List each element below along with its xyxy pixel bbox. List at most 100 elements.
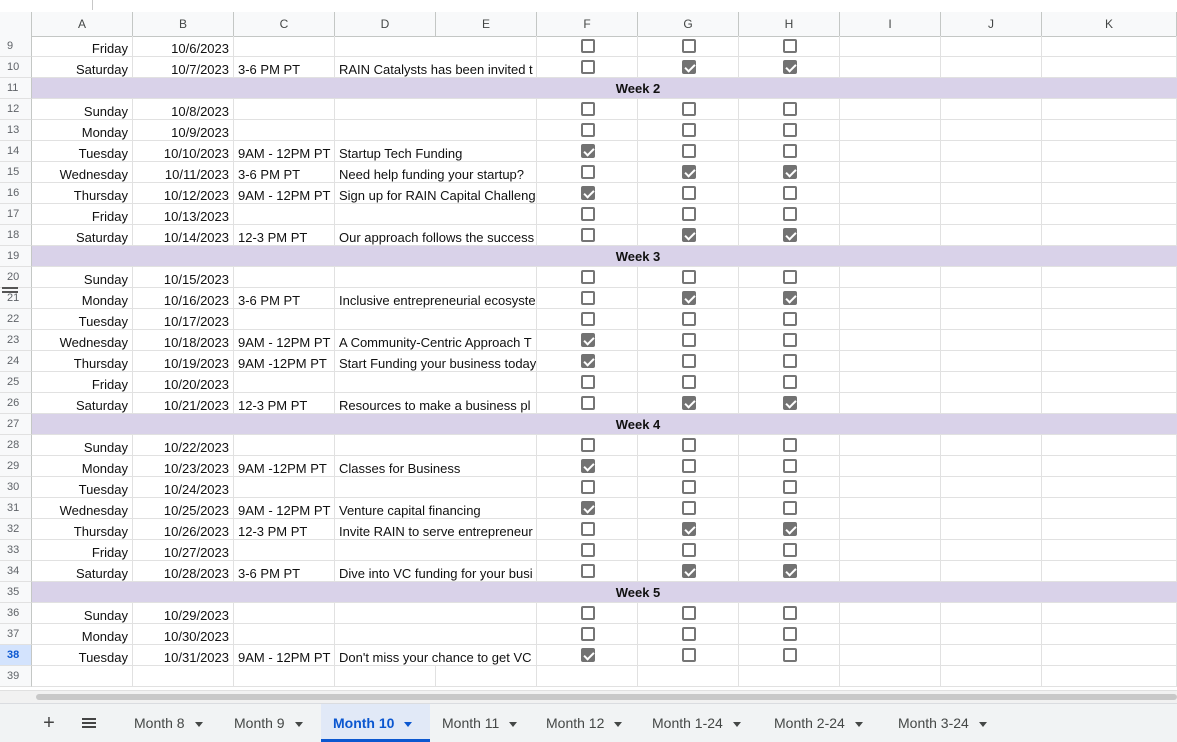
sheet-tab[interactable]: Month 3-24 [886,704,1010,742]
cell-day[interactable]: Sunday [32,435,133,456]
cell-j[interactable] [941,330,1042,351]
cell-checkbox-g[interactable] [638,372,739,393]
cell-day[interactable]: Wednesday [32,330,133,351]
checkbox-unchecked[interactable] [580,102,595,116]
checkbox-unchecked[interactable] [782,648,797,662]
cell-date[interactable]: 10/30/2023 [133,624,234,645]
cell-k[interactable] [1042,267,1177,288]
cell-k[interactable] [1042,141,1177,162]
cell-description[interactable] [335,540,537,561]
cell-checkbox-f[interactable] [537,288,638,309]
cell-checkbox-h[interactable] [739,225,840,246]
cell-day[interactable]: Sunday [32,603,133,624]
cell-checkbox-h[interactable] [739,435,840,456]
cell-checkbox-g[interactable] [638,204,739,225]
cell-checkbox-g[interactable] [638,393,739,414]
cell-description[interactable]: Dive into VC funding for your busi [335,561,537,582]
checkbox-checked[interactable] [681,60,696,74]
cell-checkbox-f[interactable] [537,561,638,582]
cell-i[interactable] [840,288,941,309]
cell-date[interactable]: 10/31/2023 [133,645,234,666]
cell-j[interactable] [941,666,1042,687]
column-header-d[interactable]: D [335,12,436,36]
cell-k[interactable] [1042,435,1177,456]
checkbox-unchecked[interactable] [580,123,595,137]
cell-checkbox-h[interactable] [739,120,840,141]
sheet-tab[interactable]: Month 8 [122,704,222,742]
cell-day[interactable]: Monday [32,624,133,645]
cell-j[interactable] [941,162,1042,183]
cell-day[interactable]: Friday [32,540,133,561]
cell-k[interactable] [1042,624,1177,645]
cell-i[interactable] [840,309,941,330]
checkbox-checked[interactable] [782,60,797,74]
checkbox-unchecked[interactable] [580,438,595,452]
cell-k[interactable] [1042,666,1177,687]
cell-checkbox-h[interactable] [739,267,840,288]
cell-date[interactable]: 10/22/2023 [133,435,234,456]
cell-description[interactable] [335,435,537,456]
cell-checkbox-g[interactable] [638,309,739,330]
cell-k[interactable] [1042,183,1177,204]
cell-i[interactable] [840,393,941,414]
cell-checkbox-h[interactable] [739,498,840,519]
column-header-e[interactable]: E [436,12,537,36]
checkbox-unchecked[interactable] [580,543,595,557]
cell-checkbox-h[interactable] [739,456,840,477]
column-header-c[interactable]: C [234,12,335,36]
cell-checkbox-g[interactable] [638,519,739,540]
cell-i[interactable] [840,204,941,225]
cell-checkbox-f[interactable] [537,519,638,540]
cell-description[interactable]: Start Funding your business today [335,351,537,372]
column-header-f[interactable]: F [537,12,638,36]
checkbox-checked[interactable] [681,165,696,179]
week-band[interactable]: Week 5 [32,582,1177,603]
cell-checkbox-g[interactable] [638,561,739,582]
cell-checkbox-h[interactable] [739,99,840,120]
chevron-down-icon[interactable] [404,721,413,727]
cell-a[interactable] [32,666,133,687]
cell-k[interactable] [1042,372,1177,393]
cell-checkbox-h[interactable] [739,204,840,225]
checkbox-unchecked[interactable] [580,606,595,620]
cell-j[interactable] [941,183,1042,204]
cell-k[interactable] [1042,561,1177,582]
checkbox-unchecked[interactable] [580,627,595,641]
cell-date[interactable]: 10/15/2023 [133,267,234,288]
checkbox-checked[interactable] [681,228,696,242]
checkbox-unchecked[interactable] [782,39,797,53]
cell-j[interactable] [941,141,1042,162]
row-header[interactable]: 27 [0,414,32,435]
cell-day[interactable]: Tuesday [32,477,133,498]
cell-time[interactable] [234,309,335,330]
checkbox-unchecked[interactable] [580,291,595,305]
sheet-tab[interactable]: Month 10 [321,704,430,742]
row-header[interactable]: 20 [0,267,32,288]
cell-date[interactable]: 10/14/2023 [133,225,234,246]
cell-time[interactable] [234,477,335,498]
checkbox-unchecked[interactable] [681,543,696,557]
row-header[interactable]: 18 [0,225,32,246]
cell-time[interactable] [234,603,335,624]
cell-g[interactable] [638,666,739,687]
cell-time[interactable]: 3-6 PM PT [234,288,335,309]
cell-checkbox-g[interactable] [638,267,739,288]
cell-date[interactable]: 10/16/2023 [133,288,234,309]
cell-j[interactable] [941,36,1042,57]
cell-k[interactable] [1042,204,1177,225]
cell-i[interactable] [840,183,941,204]
menu-icon[interactable] [78,712,100,734]
cell-description[interactable]: Inclusive entrepreneurial ecosyste [335,288,537,309]
cell-description[interactable]: A Community-Centric Approach T [335,330,537,351]
checkbox-unchecked[interactable] [782,333,797,347]
checkbox-unchecked[interactable] [580,270,595,284]
checkbox-checked[interactable] [782,165,797,179]
cell-checkbox-h[interactable] [739,330,840,351]
cell-day[interactable]: Thursday [32,351,133,372]
cell-checkbox-f[interactable] [537,120,638,141]
week-band[interactable]: Week 2 [32,78,1177,99]
row-header[interactable]: 14 [0,141,32,162]
cell-checkbox-f[interactable] [537,225,638,246]
cell-k[interactable] [1042,519,1177,540]
cell-k[interactable] [1042,120,1177,141]
